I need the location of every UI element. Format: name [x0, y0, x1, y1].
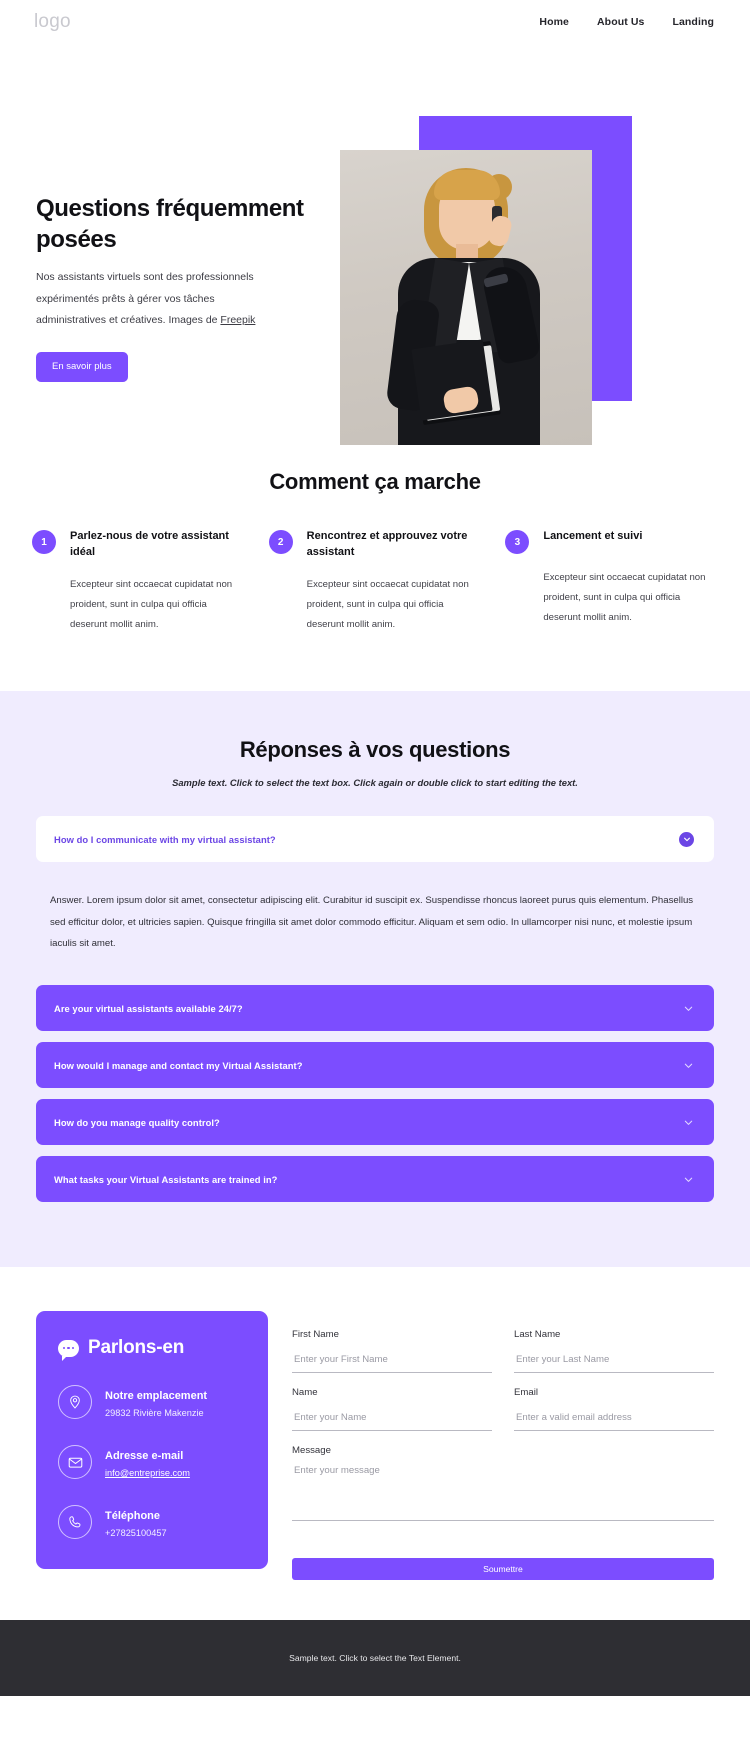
step-body: Excepteur sint occaecat cupidatat non pr… — [306, 578, 469, 631]
step-title: Parlez-nous de votre assistant idéal — [70, 530, 229, 558]
envelope-icon — [58, 1445, 92, 1480]
faq-answer: Answer. Lorem ipsum dolor sit amet, cons… — [50, 895, 694, 950]
faq-subtitle: Sample text. Click to select the text bo… — [172, 777, 578, 789]
step-body: Excepteur sint occaecat cupidatat non pr… — [543, 572, 706, 624]
faq-item-collapsed[interactable]: How do you manage quality control? — [36, 1099, 714, 1146]
contact-label: Notre emplacement — [105, 1389, 208, 1402]
faq-question: What tasks your Virtual Assistants are t… — [54, 1173, 278, 1185]
contact-row-phone: Téléphone +27825100457 — [58, 1505, 246, 1540]
field-first-name: First Name — [292, 1329, 492, 1374]
faq-question: How do you manage quality control? — [54, 1116, 220, 1128]
contact-card-title: Parlons-en — [88, 1337, 185, 1359]
landing-page: logo Home About Us Landing Questions fré… — [0, 0, 750, 1760]
step-number-badge: 1 — [32, 530, 56, 554]
contact-value: +27825100457 — [105, 1528, 167, 1539]
field-last-name: Last Name — [514, 1329, 714, 1374]
faq-accordion: How do I communicate with my virtual ass… — [0, 816, 750, 1203]
site-footer: Sample text. Click to select the Text El… — [0, 1620, 750, 1697]
steps-list: 1 Parlez-nous de votre assistant idéal E… — [0, 529, 750, 635]
field-message: Message — [292, 1445, 714, 1526]
chevron-down-icon — [679, 831, 694, 847]
contact-label: Adresse e-mail — [105, 1449, 184, 1462]
step-number-badge: 2 — [268, 530, 293, 554]
how-it-works-section: Comment ça marche 1 Parlez-nous de votre… — [0, 429, 750, 691]
chevron-down-icon[interactable] — [683, 1003, 694, 1014]
phone-icon — [58, 1505, 92, 1540]
chevron-down-icon[interactable] — [683, 1060, 694, 1071]
hero-section: Questions fréquemment posées Nos assista… — [0, 44, 750, 445]
hero-text-block: Questions fréquemment posées Nos assista… — [36, 194, 306, 382]
contact-section: Parlons-en Notre emplacement 29832 Riviè… — [0, 1267, 750, 1621]
site-header: logo Home About Us Landing — [0, 0, 750, 44]
name-label: Name — [292, 1387, 318, 1399]
first-name-input[interactable] — [292, 1354, 492, 1374]
footer-text: Sample text. Click to select the Text El… — [289, 1653, 461, 1664]
faq-section: Réponses à vos questions Sample text. Cl… — [0, 691, 750, 1268]
contact-card-title-row: Parlons-en — [58, 1337, 246, 1361]
nav-item-home[interactable]: Home — [539, 16, 569, 28]
page-title: Questions fréquemment posées — [36, 195, 304, 253]
nav-item-about-us[interactable]: About Us — [597, 16, 644, 28]
contact-row-email: Adresse e-mail info@entreprise.com — [58, 1445, 246, 1480]
faq-item-collapsed[interactable]: How would I manage and contact my Virtua… — [36, 1042, 714, 1089]
last-name-input[interactable] — [514, 1354, 714, 1374]
field-email: Email — [514, 1387, 714, 1432]
chat-bubble-icon — [58, 1339, 79, 1361]
faq-question: How would I manage and contact my Virtua… — [54, 1059, 303, 1071]
field-name: Name — [292, 1387, 492, 1432]
faq-item-collapsed[interactable]: Are your virtual assistants available 24… — [36, 985, 714, 1032]
step-item: 2 Rencontrez et approuvez votre assistan… — [268, 529, 482, 635]
step-item: 3 Lancement et suivi Excepteur sint occa… — [505, 529, 718, 635]
learn-more-button[interactable]: En savoir plus — [36, 351, 128, 382]
how-it-works-title: Comment ça marche — [269, 469, 481, 494]
step-number-badge: 3 — [505, 530, 530, 554]
contact-form: First Name Last Name Name Email — [292, 1311, 714, 1581]
logo[interactable]: logo — [34, 11, 71, 33]
name-input[interactable] — [292, 1412, 492, 1432]
chevron-down-icon[interactable] — [683, 1174, 694, 1185]
main-navigation: Home About Us Landing — [539, 16, 714, 28]
contact-info-card: Parlons-en Notre emplacement 29832 Riviè… — [36, 1311, 268, 1570]
contact-row-location: Notre emplacement 29832 Rivière Makenzie — [58, 1385, 246, 1420]
faq-toggle[interactable] — [679, 831, 694, 847]
step-title: Lancement et suivi — [543, 530, 643, 542]
message-textarea[interactable] — [292, 1465, 714, 1522]
location-pin-icon — [58, 1385, 92, 1420]
last-name-label: Last Name — [514, 1329, 561, 1341]
first-name-label: First Name — [292, 1329, 339, 1341]
faq-question: How do I communicate with my virtual ass… — [54, 833, 276, 845]
chevron-down-icon[interactable] — [683, 1117, 694, 1128]
faq-title: Réponses à vos questions — [239, 737, 511, 763]
faq-question: Are your virtual assistants available 24… — [54, 1002, 243, 1014]
message-label: Message — [292, 1445, 331, 1457]
hero-subtitle: Nos assistants virtuels sont des profess… — [36, 267, 284, 332]
contact-label: Téléphone — [105, 1509, 161, 1522]
contact-email-link[interactable]: info@entreprise.com — [105, 1468, 190, 1478]
freepik-link[interactable]: Freepik — [220, 314, 255, 326]
step-body: Excepteur sint occaecat cupidatat non pr… — [70, 578, 233, 631]
step-item: 1 Parlez-nous de votre assistant idéal E… — [32, 529, 245, 635]
faq-item-expanded[interactable]: How do I communicate with my virtual ass… — [36, 816, 714, 863]
step-title: Rencontrez et approuvez votre assistant — [306, 530, 468, 558]
email-field[interactable] — [514, 1412, 714, 1432]
faq-item-collapsed[interactable]: What tasks your Virtual Assistants are t… — [36, 1156, 714, 1203]
hero-photo — [340, 150, 592, 445]
email-label: Email — [514, 1387, 538, 1399]
nav-item-landing[interactable]: Landing — [672, 16, 714, 28]
submit-button[interactable]: Soumettre — [292, 1558, 714, 1581]
contact-value: 29832 Rivière Makenzie — [105, 1408, 204, 1419]
